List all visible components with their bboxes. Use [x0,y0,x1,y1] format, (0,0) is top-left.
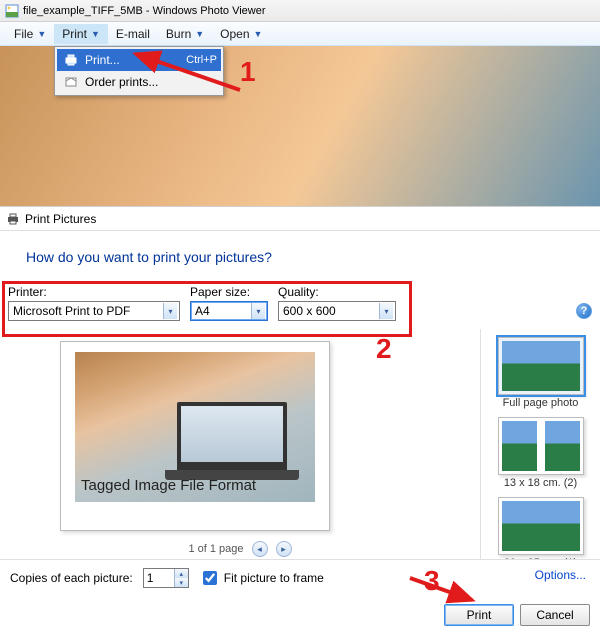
next-page-button[interactable]: ▸ [276,541,292,557]
wpv-menubar: File▼ Print▼ E-mail Burn▼ Open▼ [0,22,600,46]
printer-select[interactable]: Microsoft Print to PDF ▾ [8,301,180,321]
chevron-down-icon: ▾ [163,303,177,319]
layout-item-20x25[interactable]: 20 x 25 cm. (1) [487,497,594,559]
options-link[interactable]: Options... [535,568,586,582]
pager: 1 of 1 page ◂ ▸ [0,541,480,557]
chevron-down-icon: ▾ [379,303,393,319]
printer-icon [61,53,81,67]
copies-down-button[interactable]: ▾ [174,578,188,587]
chevron-down-icon: ▾ [251,303,265,319]
print-pictures-titlebar: Print Pictures [0,207,600,231]
prev-page-button[interactable]: ◂ [252,541,268,557]
menu-email[interactable]: E-mail [108,24,158,44]
caret-icon: ▼ [91,29,100,39]
wpv-titlebar: file_example_TIFF_5MB - Windows Photo Vi… [0,0,600,22]
print-heading: How do you want to print your pictures? [0,231,600,279]
copies-stepper[interactable]: ▴ ▾ [143,568,189,588]
preview-page: Tagged Image File Format [60,341,330,531]
layout-list[interactable]: Full page photo 13 x 18 cm. (2) 20 x 25 … [480,329,600,559]
print-pictures-title: Print Pictures [25,212,96,226]
layout-item-full-page[interactable]: Full page photo [487,337,594,409]
image-file-icon [5,4,19,18]
print-pictures-window: Print Pictures How do you want to print … [0,206,600,634]
preview-caption: Tagged Image File Format [81,477,256,494]
print-footer-buttons: Print Cancel [0,596,600,634]
printer-label: Printer: [8,285,180,299]
quality-select[interactable]: 600 x 600 ▾ [278,301,396,321]
copies-label: Copies of each picture: [10,571,133,585]
print-accelerator: Ctrl+P [186,54,217,66]
menu-open[interactable]: Open▼ [212,24,270,44]
menu-burn[interactable]: Burn▼ [158,24,212,44]
order-prints-icon [61,75,81,89]
print-button[interactable]: Print [444,604,514,626]
cancel-button[interactable]: Cancel [520,604,590,626]
preview-laptop-graphic [177,402,287,472]
print-footer-options: Copies of each picture: ▴ ▾ Fit picture … [0,559,600,596]
paper-size-select[interactable]: A4 ▾ [190,301,268,321]
fit-to-frame-checkbox[interactable]: Fit picture to frame [199,568,324,588]
quality-label: Quality: [278,285,396,299]
caret-icon: ▼ [195,29,204,39]
copies-up-button[interactable]: ▴ [174,569,188,578]
help-icon[interactable]: ? [576,303,592,319]
window-title: file_example_TIFF_5MB - Windows Photo Vi… [23,5,266,17]
pager-text: 1 of 1 page [188,543,243,555]
caret-icon: ▼ [254,29,263,39]
dropdown-item-order-prints[interactable]: Order prints... [57,71,221,93]
dropdown-item-print[interactable]: Print... Ctrl+P [57,49,221,71]
menu-print[interactable]: Print▼ [54,24,108,44]
paper-size-label: Paper size: [190,285,268,299]
fit-checkbox-input[interactable] [203,571,217,585]
printer-icon [6,212,20,226]
print-main-area: Tagged Image File Format 1 of 1 page ◂ ▸… [0,329,600,559]
layout-item-13x18[interactable]: 13 x 18 cm. (2) [487,417,594,489]
caret-icon: ▼ [37,29,46,39]
print-settings-row: Printer: Microsoft Print to PDF ▾ Paper … [0,279,600,329]
preview-pane: Tagged Image File Format 1 of 1 page ◂ ▸ [0,329,480,559]
menu-file[interactable]: File▼ [6,24,54,44]
preview-photo: Tagged Image File Format [75,352,315,502]
copies-input[interactable] [144,571,174,585]
print-dropdown: Print... Ctrl+P Order prints... [54,46,224,96]
